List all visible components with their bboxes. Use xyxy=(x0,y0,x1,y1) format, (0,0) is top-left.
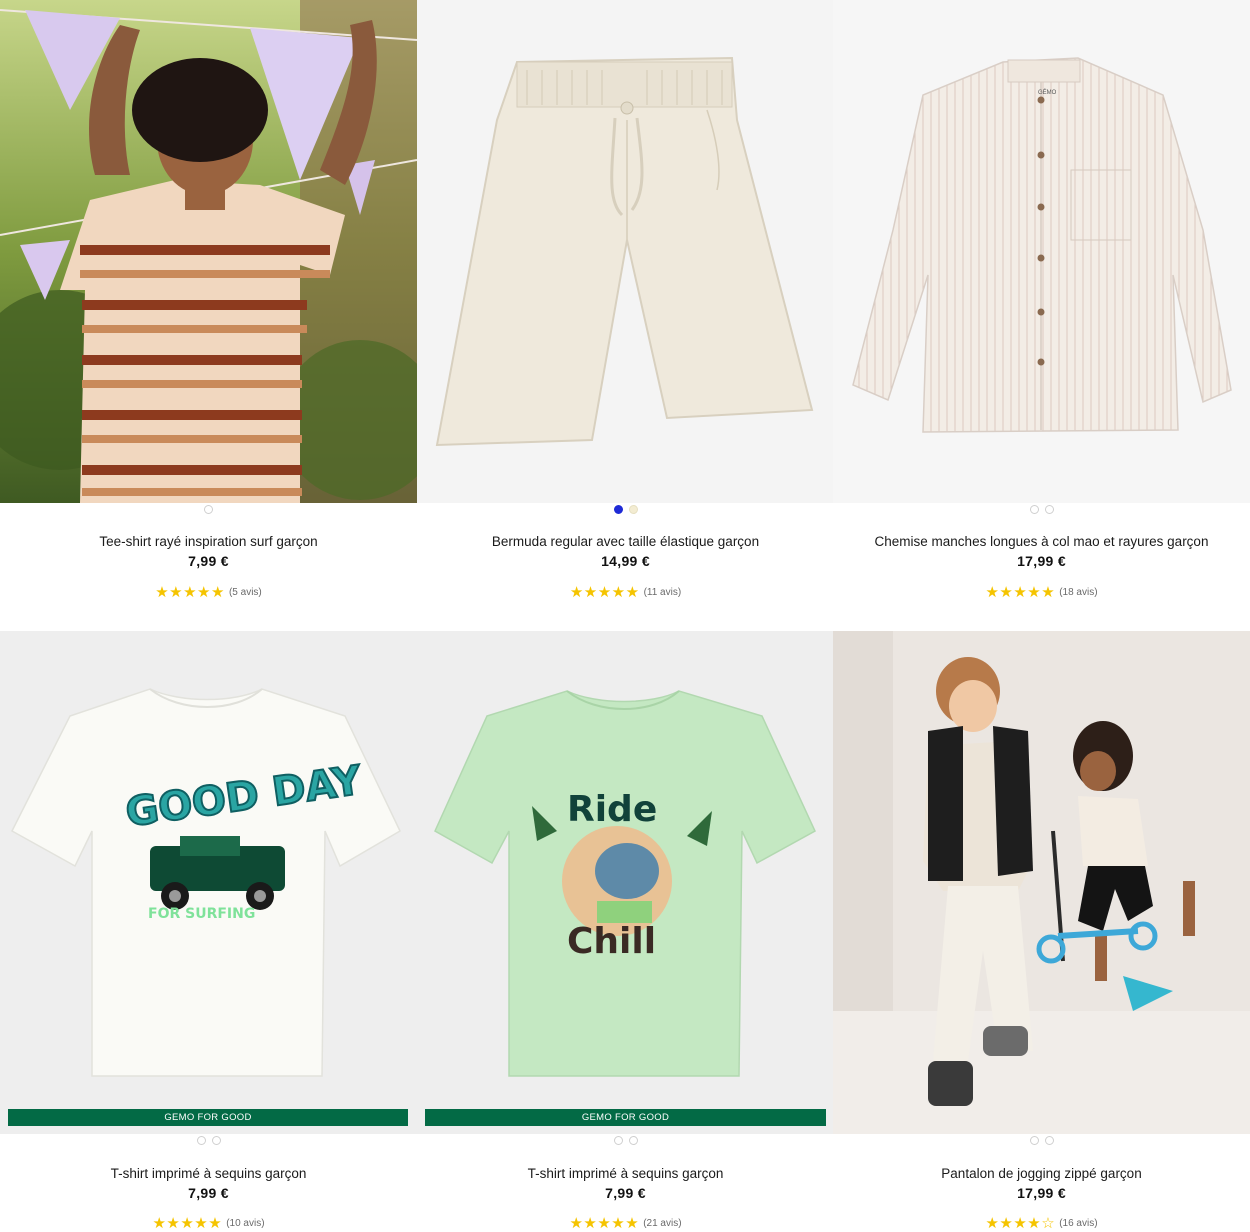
product-price: 14,99 € xyxy=(601,553,650,569)
product-image-kids-jogging[interactable] xyxy=(833,631,1250,1134)
carousel-dot[interactable] xyxy=(211,1136,221,1145)
review-count[interactable]: (11 avis) xyxy=(644,587,682,598)
product-rating: ★★★★★ (18 avis) xyxy=(833,585,1250,600)
product-title[interactable]: Chemise manches longues à col mao et ray… xyxy=(833,534,1250,549)
review-count[interactable]: (16 avis) xyxy=(1059,1218,1097,1229)
product-image-ride-chill-tshirt[interactable]: Ride Chill xyxy=(417,631,834,1134)
star-rating-icon: ★★★★★ xyxy=(569,1215,640,1232)
carousel-dot[interactable] xyxy=(1029,505,1039,514)
carousel-dot[interactable] xyxy=(1029,1136,1039,1145)
product-title[interactable]: T-shirt imprimé à sequins garçon xyxy=(0,1166,417,1181)
gemo-for-good-badge: GEMO FOR GOOD xyxy=(8,1109,408,1126)
star-rating-icon: ★★★★★ xyxy=(155,584,225,601)
svg-text:Chill: Chill xyxy=(567,921,656,962)
product-rating: ★★★★★ (21 avis) xyxy=(417,1216,834,1231)
product-rating: ★★★★★ (5 avis) xyxy=(0,585,417,600)
star-rating-icon: ★★★★★ xyxy=(569,584,640,601)
product-title[interactable]: Pantalon de jogging zippé garçon xyxy=(833,1166,1250,1181)
product-price: 7,99 € xyxy=(605,1185,646,1201)
product-rating: ★★★★★ (11 avis) xyxy=(417,585,834,600)
product-photo: GOOD DAY FOR SURFING xyxy=(0,631,417,1134)
product-image-good-day-tshirt[interactable]: GOOD DAY FOR SURFING xyxy=(0,631,417,1134)
product-photo xyxy=(0,0,417,503)
product-card[interactable]: GOOD DAY FOR SURFING GEMO FOR GOOD T-shi… xyxy=(0,631,417,1231)
carousel-dot[interactable] xyxy=(1044,1136,1054,1145)
image-carousel-dots xyxy=(417,1136,834,1145)
svg-text:FOR SURFING: FOR SURFING xyxy=(148,906,255,922)
review-count[interactable]: (18 avis) xyxy=(1059,587,1097,598)
product-photo: Ride Chill xyxy=(417,631,834,1134)
product-price: 7,99 € xyxy=(188,1185,229,1201)
product-title[interactable]: T-shirt imprimé à sequins garçon xyxy=(417,1166,834,1181)
image-carousel-dots xyxy=(833,505,1250,514)
review-count[interactable]: (5 avis) xyxy=(229,587,262,598)
star-rating-icon: ★★★★★ xyxy=(985,584,1056,601)
product-card[interactable]: Ride Chill GEMO FOR GOOD T-shirt imprimé… xyxy=(417,631,834,1231)
star-rating-icon: ★★★★★ xyxy=(152,1215,223,1232)
product-rating: ★★★★★ (10 avis) xyxy=(0,1216,417,1231)
carousel-dot[interactable] xyxy=(613,505,623,514)
product-image-bermuda[interactable] xyxy=(417,0,834,503)
carousel-dot[interactable] xyxy=(196,1136,206,1145)
carousel-dot[interactable] xyxy=(1044,505,1054,514)
product-image-boy-striped-tshirt[interactable] xyxy=(0,0,417,503)
product-price: 17,99 € xyxy=(1017,553,1066,569)
product-card[interactable]: Tee-shirt rayé inspiration surf garçon 7… xyxy=(0,0,417,631)
product-grid: Tee-shirt rayé inspiration surf garçon 7… xyxy=(0,0,1250,1231)
product-card[interactable]: GÉMO Chemise manches longues à col mao e… xyxy=(833,0,1250,631)
product-card[interactable]: Bermuda regular avec taille élastique ga… xyxy=(417,0,834,631)
gemo-for-good-badge: GEMO FOR GOOD xyxy=(425,1109,826,1126)
product-photo xyxy=(417,0,834,503)
carousel-dot[interactable] xyxy=(613,1136,623,1145)
product-title[interactable]: Bermuda regular avec taille élastique ga… xyxy=(417,534,834,549)
product-card[interactable]: Pantalon de jogging zippé garçon 17,99 €… xyxy=(833,631,1250,1231)
product-title[interactable]: Tee-shirt rayé inspiration surf garçon xyxy=(0,534,417,549)
product-price: 17,99 € xyxy=(1017,1185,1066,1201)
image-carousel-dots xyxy=(417,505,834,514)
carousel-dot[interactable] xyxy=(628,505,638,514)
star-rating-icon: ★★★★☆ xyxy=(985,1215,1056,1232)
svg-text:GÉMO: GÉMO xyxy=(1038,89,1057,96)
product-photo xyxy=(833,631,1250,1134)
review-count[interactable]: (21 avis) xyxy=(643,1218,681,1229)
product-price: 7,99 € xyxy=(188,553,229,569)
product-photo: GÉMO xyxy=(833,0,1250,503)
product-image-mao-shirt[interactable]: GÉMO xyxy=(833,0,1250,503)
image-carousel-dots xyxy=(833,1136,1250,1145)
carousel-dot[interactable] xyxy=(628,1136,638,1145)
image-carousel-dots xyxy=(0,1136,417,1145)
product-rating: ★★★★☆ (16 avis) xyxy=(833,1216,1250,1231)
review-count[interactable]: (10 avis) xyxy=(226,1218,264,1229)
image-carousel-dots xyxy=(0,505,417,514)
carousel-dot[interactable] xyxy=(204,505,213,514)
svg-text:Ride: Ride xyxy=(567,789,657,830)
